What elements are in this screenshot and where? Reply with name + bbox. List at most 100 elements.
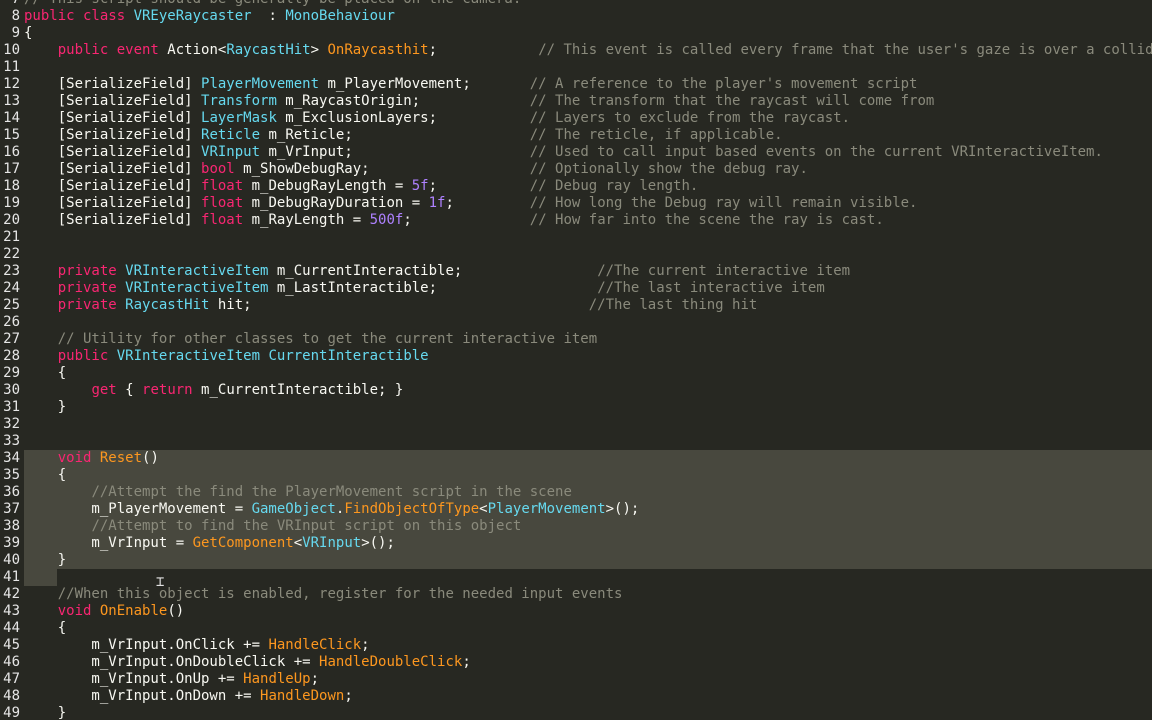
line-number: 29 xyxy=(3,365,20,381)
code-line[interactable]: 10 public event Action<RaycastHit> OnRay… xyxy=(0,42,1152,59)
code-line[interactable]: 7 // This script should be generally be p… xyxy=(0,0,1152,8)
code-token: [SerializeField] xyxy=(24,93,202,109)
line-number: 13 xyxy=(3,93,20,109)
line-number: 32 xyxy=(3,416,20,432)
code-line[interactable]: 42 //When this object is enabled, regist… xyxy=(0,586,1152,603)
code-line[interactable]: 30 get { return m_CurrentInteractible; } xyxy=(0,382,1152,399)
line-number: 16 xyxy=(3,144,20,160)
code-line[interactable]: 40 } xyxy=(0,552,1152,569)
code-token: RaycastHit xyxy=(125,297,210,313)
line-number: 46 xyxy=(3,654,20,670)
line-number: 11 xyxy=(3,59,20,75)
code-line[interactable]: 32 xyxy=(0,416,1152,433)
code-line[interactable]: 28 public VRInteractiveItem CurrentInter… xyxy=(0,348,1152,365)
code-line[interactable]: 22 xyxy=(0,246,1152,263)
code-line[interactable]: 19 [SerializeField] float m_DebugRayDura… xyxy=(0,195,1152,212)
code-line[interactable]: 24 private VRInteractiveItem m_LastInter… xyxy=(0,280,1152,297)
code-text: m_VrInput.OnDown += HandleDown; xyxy=(24,688,353,705)
line-number: 21 xyxy=(3,229,20,245)
code-token: //The last interactive item xyxy=(597,280,825,296)
code-token: 1f xyxy=(428,195,446,211)
code-token: HandleDoubleClick xyxy=(319,654,463,670)
code-line[interactable]: 25 private RaycastHit hit; //The last th… xyxy=(0,297,1152,314)
line-number: 15 xyxy=(3,127,20,143)
code-text: private VRInteractiveItem m_CurrentInter… xyxy=(24,263,850,280)
code-line[interactable]: 45 m_VrInput.OnClick += HandleClick; xyxy=(0,637,1152,654)
code-line[interactable]: 37 m_PlayerMovement = GameObject.FindObj… xyxy=(0,501,1152,518)
code-line[interactable]: 9{ xyxy=(0,25,1152,42)
code-text: [SerializeField] Reticle m_Reticle; // T… xyxy=(24,127,783,144)
code-line[interactable]: 16 [SerializeField] VRInput m_VrInput; /… xyxy=(0,144,1152,161)
code-token: } xyxy=(24,552,67,568)
code-line[interactable]: 44 { xyxy=(0,620,1152,637)
code-line[interactable]: 21 xyxy=(0,229,1152,246)
code-text: m_VrInput.OnUp += HandleUp; xyxy=(24,671,319,688)
code-line[interactable]: 46 m_VrInput.OnDoubleClick += HandleDoub… xyxy=(0,654,1152,671)
code-line[interactable]: 48 m_VrInput.OnDown += HandleDown; xyxy=(0,688,1152,705)
code-token: m_VrInput.OnDown += xyxy=(24,688,261,704)
line-number: 20 xyxy=(3,212,20,228)
code-line[interactable]: 12 [SerializeField] PlayerMovement m_Pla… xyxy=(0,76,1152,93)
code-line[interactable]: 17 [SerializeField] bool m_ShowDebugRay;… xyxy=(0,161,1152,178)
code-editor[interactable]: 7 // This script should be generally be p… xyxy=(0,0,1152,720)
code-token: } xyxy=(24,705,67,720)
code-token: //The last thing hit xyxy=(588,297,758,313)
code-line[interactable]: 20 [SerializeField] float m_RayLength = … xyxy=(0,212,1152,229)
code-token: float xyxy=(201,212,244,228)
code-token: GameObject xyxy=(251,501,336,517)
code-token: [SerializeField] xyxy=(24,76,202,92)
code-text: } xyxy=(24,399,66,416)
code-text: [SerializeField] bool m_ShowDebugRay; //… xyxy=(24,161,808,178)
code-token: HandleUp xyxy=(243,671,311,687)
code-line[interactable]: 36 //Attempt the find the PlayerMovement… xyxy=(0,484,1152,501)
code-line[interactable]: 23 private VRInteractiveItem m_CurrentIn… xyxy=(0,263,1152,280)
code-line[interactable]: 11 xyxy=(0,59,1152,76)
code-token: () xyxy=(142,450,159,466)
code-line[interactable]: 15 [SerializeField] Reticle m_Reticle; /… xyxy=(0,127,1152,144)
code-line[interactable]: 31 } xyxy=(0,399,1152,416)
code-text: } xyxy=(24,705,66,720)
line-number: 26 xyxy=(3,314,20,330)
code-token: public xyxy=(57,348,117,364)
code-token: // Optionally show the debug ray. xyxy=(529,161,808,177)
code-line[interactable]: 29 { xyxy=(0,365,1152,382)
code-text: get { return m_CurrentInteractible; } xyxy=(24,382,403,399)
line-number: 48 xyxy=(3,688,20,704)
line-number: 40 xyxy=(3,552,20,568)
code-token: [SerializeField] xyxy=(24,127,202,143)
code-line[interactable]: 8 public class VREyeRaycaster : MonoBehav… xyxy=(0,8,1152,25)
code-line[interactable]: 43 void OnEnable() xyxy=(0,603,1152,620)
code-text: [SerializeField] LayerMask m_ExclusionLa… xyxy=(24,110,850,127)
code-line[interactable]: 41 xyxy=(0,569,1152,586)
code-token: OnRaycasthit xyxy=(327,42,429,58)
code-line[interactable]: 39 m_VrInput = GetComponent<VRInput>(); xyxy=(0,535,1152,552)
code-token: VRInteractiveItem xyxy=(125,280,269,296)
code-token: m_Reticle; xyxy=(260,127,530,143)
code-line[interactable]: 33 xyxy=(0,433,1152,450)
code-line[interactable]: 38 //Attempt to find the VRInput script … xyxy=(0,518,1152,535)
code-text: [SerializeField] VRInput m_VrInput; // U… xyxy=(24,144,1103,161)
code-token: // How long the Debug ray will remain vi… xyxy=(529,195,918,211)
code-token: ; xyxy=(344,688,353,704)
code-line[interactable]: 34 void Reset() xyxy=(0,450,1152,467)
code-line[interactable]: 26 xyxy=(0,314,1152,331)
code-token: GetComponent xyxy=(192,535,294,551)
code-token: Transform xyxy=(201,93,277,109)
line-number: 47 xyxy=(3,671,20,687)
line-number: 45 xyxy=(3,637,20,653)
code-line[interactable]: 18 [SerializeField] float m_DebugRayLeng… xyxy=(0,178,1152,195)
code-text: { xyxy=(24,25,32,42)
code-line[interactable]: 27 // Utility for other classes to get t… xyxy=(0,331,1152,348)
code-line[interactable]: 49 } xyxy=(0,705,1152,720)
code-line[interactable]: 13 [SerializeField] Transform m_RaycastO… xyxy=(0,93,1152,110)
line-number: 49 xyxy=(3,705,20,720)
code-line[interactable]: 14 [SerializeField] LayerMask m_Exclusio… xyxy=(0,110,1152,127)
code-line[interactable]: 47 m_VrInput.OnUp += HandleUp; xyxy=(0,671,1152,688)
code-line[interactable]: 35 { xyxy=(0,467,1152,484)
code-token: // This event is called every frame that… xyxy=(538,42,1152,58)
